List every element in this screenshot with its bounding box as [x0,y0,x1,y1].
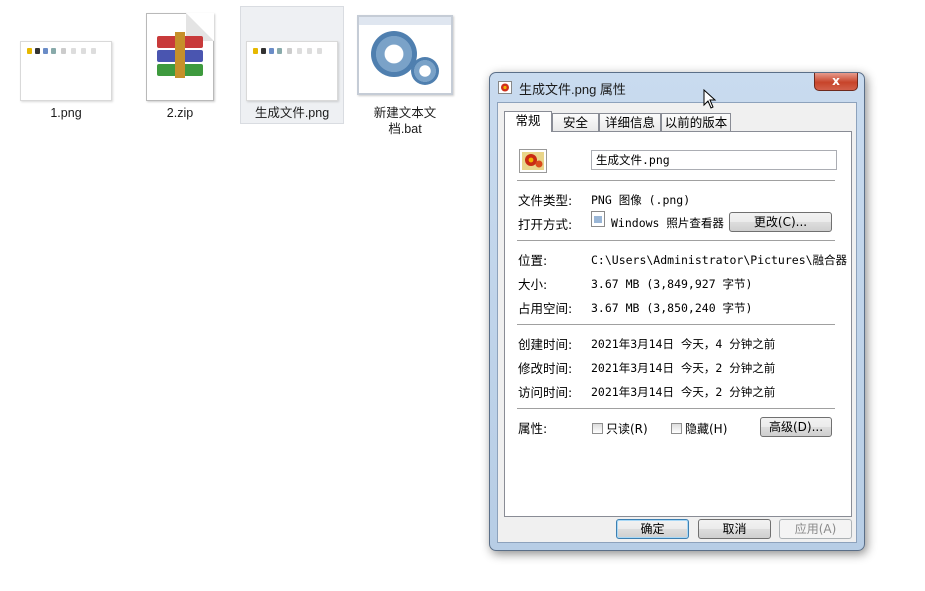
hidden-label[interactable]: 隐藏(H) [685,420,727,437]
divider [517,240,835,242]
file-name: 生成文件.png [254,106,330,120]
size-value: 3.67 MB (3,849,927 字节) [591,277,753,291]
attributes-label: 属性: [518,421,548,436]
readonly-checkbox[interactable] [592,423,603,434]
ok-button[interactable]: 确定 [616,519,689,539]
mouse-pointer-icon [703,89,717,109]
opens-with-label: 打开方式: [518,217,573,232]
file-name: 2.zip [166,106,194,120]
accessed-label: 访问时间: [518,385,573,400]
created-label: 创建时间: [518,337,573,352]
accessed-value: 2021年3月14日 今天，2 分钟之前 [591,385,776,399]
divider [517,324,835,326]
size-on-disk-label: 占用空间: [518,301,573,316]
dialog-client-area: 常规 安全 详细信息 以前的版本 生成文件.png 文件类型: PNG 图像 (… [497,102,857,543]
modified-label: 修改时间: [518,361,573,376]
properties-dialog: 生成文件.png 属性 x 常规 安全 详细信息 以前的版本 生成文件.png … [489,72,865,551]
modified-value: 2021年3月14日 今天，2 分钟之前 [591,361,776,375]
window-title: 生成文件.png 属性 [519,82,626,97]
tab-security[interactable]: 安全 [552,113,599,131]
file-name: 新建文本文档.bat [373,106,437,136]
file-icon-1png[interactable]: 1.png [14,6,118,124]
image-file-icon [498,81,512,94]
image-thumbnail [20,41,112,101]
created-value: 2021年3月14日 今天，4 分钟之前 [591,337,776,351]
batch-file-gear-icon [357,15,453,95]
winrar-archive-icon [146,13,214,101]
size-on-disk-value: 3.67 MB (3,850,240 字节) [591,301,753,315]
close-button[interactable]: x [814,73,858,91]
tab-general[interactable]: 常规 [504,111,552,132]
location-value: C:\Users\Administrator\Pictures\融合器 [591,253,848,267]
file-name-field[interactable]: 生成文件.png [591,150,837,170]
location-label: 位置: [518,253,548,268]
tab-previous-versions[interactable]: 以前的版本 [661,113,731,131]
change-button[interactable]: 更改(C)... [729,212,832,232]
opens-with-value: Windows 照片查看器 [611,216,724,230]
title-bar[interactable]: 生成文件.png 属性 x [490,73,864,101]
photo-viewer-icon [591,211,605,227]
file-type-label: 文件类型: [518,193,573,208]
file-icon-shengcheng-png[interactable]: 生成文件.png [240,6,344,124]
tab-details[interactable]: 详细信息 [599,113,661,131]
file-type-value: PNG 图像 (.png) [591,193,691,207]
general-tab-panel: 生成文件.png 文件类型: PNG 图像 (.png) 打开方式: Windo… [504,131,852,517]
apply-button[interactable]: 应用(A) [779,519,852,539]
file-icon-2zip[interactable]: 2.zip [128,6,232,124]
divider [517,180,835,182]
divider [517,408,835,410]
size-label: 大小: [518,277,548,292]
file-name: 1.png [50,106,82,120]
cancel-button[interactable]: 取消 [698,519,771,539]
image-thumbnail [246,41,338,101]
advanced-button[interactable]: 高级(D)... [760,417,832,437]
readonly-label[interactable]: 只读(R) [606,420,648,437]
image-file-icon [519,149,547,173]
file-icon-bat[interactable]: 新建文本文档.bat [353,6,457,136]
hidden-checkbox[interactable] [671,423,682,434]
